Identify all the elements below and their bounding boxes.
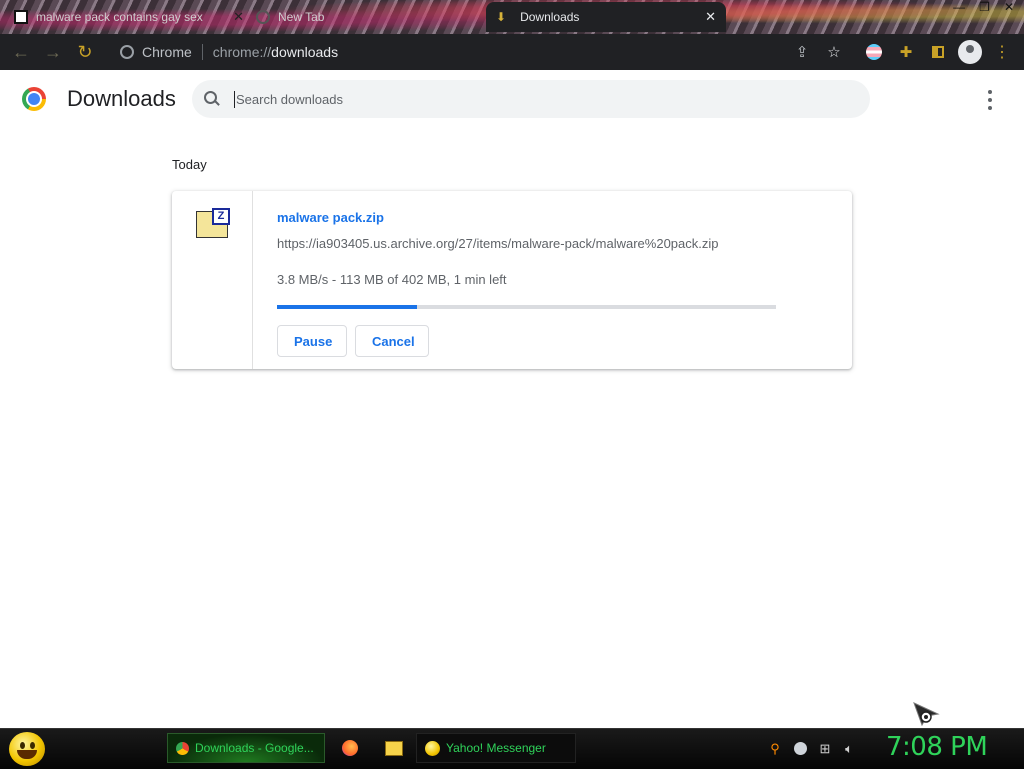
- close-tab-icon[interactable]: ✕: [705, 9, 716, 25]
- tab-title: Downloads: [520, 10, 580, 24]
- bookmark-star-icon[interactable]: ☆: [824, 42, 844, 62]
- tab-downloads[interactable]: ⬇ Downloads ✕: [486, 2, 726, 32]
- pause-button[interactable]: Pause: [277, 325, 347, 357]
- taskbar-firefox-icon[interactable]: [340, 733, 360, 763]
- reload-icon[interactable]: ↻: [69, 36, 101, 68]
- start-button-smiley-icon[interactable]: [9, 732, 45, 766]
- restore-icon[interactable]: ❐: [979, 0, 990, 16]
- share-icon[interactable]: ⇪: [792, 42, 812, 62]
- file-source-url[interactable]: https://ia903405.us.archive.org/27/items…: [277, 236, 719, 251]
- download-item: Z malware pack.zip https://ia903405.us.a…: [172, 191, 852, 369]
- taskbar-item-yahoo-messenger[interactable]: Yahoo! Messenger: [416, 733, 576, 763]
- zip-file-icon: Z: [195, 208, 230, 238]
- browser-menu-icon[interactable]: ⋮: [992, 42, 1012, 62]
- taskbar-item-label: Yahoo! Messenger: [446, 741, 546, 755]
- progress-bar-fill: [277, 305, 417, 309]
- chrome-favicon-icon: [256, 10, 270, 24]
- site-label: Chrome: [142, 44, 192, 60]
- taskbar-item-label: Downloads - Google...: [195, 741, 314, 755]
- taskbar: Downloads - Google... Yahoo! Messenger ⚲…: [0, 728, 1024, 769]
- extensions-puzzle-icon[interactable]: ✚: [896, 42, 916, 62]
- cancel-button[interactable]: Cancel: [355, 325, 429, 357]
- tab-title: New Tab: [278, 10, 325, 24]
- minimize-icon[interactable]: —: [953, 0, 965, 16]
- more-options-icon[interactable]: [983, 90, 997, 110]
- date-header: Today: [172, 157, 207, 172]
- chrome-site-icon: [120, 45, 134, 59]
- progress-bar: [277, 305, 776, 309]
- url-host: downloads: [271, 44, 339, 60]
- file-name-link[interactable]: malware pack.zip: [277, 210, 384, 225]
- yahoo-messenger-icon: [425, 740, 440, 756]
- search-input[interactable]: [234, 90, 838, 108]
- tab-strip: malware pack contains gay sex ✕ New Tab …: [0, 0, 1024, 34]
- back-arrow-icon[interactable]: ←: [5, 36, 37, 68]
- archive-favicon-icon: [14, 10, 28, 24]
- search-bar[interactable]: [192, 80, 870, 118]
- tab-malware-pack[interactable]: malware pack contains gay sex ✕: [14, 2, 244, 32]
- browser-toolbar: ← → ↻ Chrome chrome://downloads ⇪ ☆ ✚ ⋮: [0, 34, 1024, 70]
- mouse-cursor-icon: [913, 702, 940, 726]
- close-window-icon[interactable]: ✕: [1004, 0, 1014, 16]
- forward-arrow-icon[interactable]: →: [37, 36, 69, 68]
- tray-network-icon[interactable]: ⊞: [818, 741, 832, 756]
- taskbar-clock[interactable]: 7:08 PM: [886, 732, 988, 762]
- download-icon-column: Z: [172, 191, 253, 369]
- taskbar-item-chrome[interactable]: Downloads - Google...: [167, 733, 325, 763]
- side-panel-icon[interactable]: [928, 42, 948, 62]
- taskbar-file-explorer-icon[interactable]: [384, 733, 404, 763]
- page-title: Downloads: [67, 86, 176, 111]
- download-status: 3.8 MB/s - 113 MB of 402 MB, 1 min left: [277, 272, 507, 287]
- url-scheme: chrome://: [212, 44, 272, 60]
- download-favicon-icon: ⬇: [496, 10, 507, 24]
- tray-volume-icon[interactable]: 🔈︎: [842, 741, 856, 756]
- omnibox-separator: [201, 44, 203, 60]
- search-icon[interactable]: [204, 91, 220, 107]
- tray-messenger-icon[interactable]: [794, 742, 807, 755]
- profile-avatar-icon[interactable]: [958, 40, 982, 64]
- tray-search-icon[interactable]: ⚲: [768, 741, 782, 756]
- pride-flag-extension-icon[interactable]: [864, 42, 884, 62]
- window-controls: — ❐ ✕: [953, 0, 1014, 16]
- tab-new-tab[interactable]: New Tab: [256, 2, 476, 32]
- tab-title: malware pack contains gay sex: [36, 10, 203, 24]
- address-bar[interactable]: Chrome chrome://downloads: [108, 38, 988, 66]
- chrome-logo-icon: [22, 87, 46, 111]
- close-tab-icon[interactable]: ✕: [233, 9, 244, 25]
- chrome-icon: [176, 741, 189, 755]
